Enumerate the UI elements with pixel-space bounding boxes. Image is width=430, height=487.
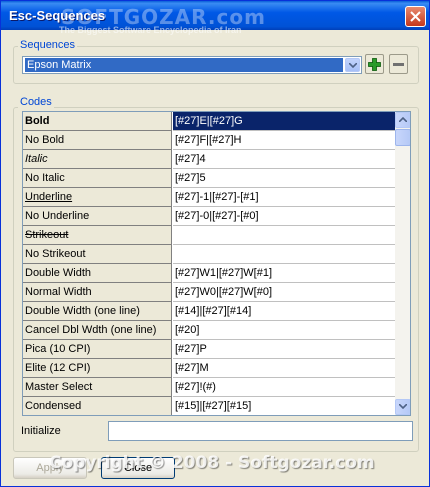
table-row[interactable]: No Strikeout <box>23 245 395 264</box>
code-name-cell[interactable]: Condensed <box>23 397 172 415</box>
code-name-cell[interactable]: No Underline <box>23 207 172 226</box>
initialize-input[interactable] <box>108 421 413 441</box>
code-name-cell[interactable]: Pica (10 CPI) <box>23 340 172 359</box>
chevron-up-icon <box>399 117 407 122</box>
code-value-cell[interactable]: [#15]|[#27][#15] <box>173 397 395 415</box>
code-name-cell[interactable]: No Strikeout <box>23 245 172 264</box>
code-value-cell[interactable]: [#27]4 <box>173 150 395 169</box>
table-row[interactable]: Normal Width [#27]W0|[#27]W[#0] <box>23 283 395 302</box>
sequence-select[interactable]: Epson Matrix <box>22 56 362 74</box>
vertical-scrollbar[interactable] <box>395 112 410 415</box>
code-value-cell[interactable]: [#14]|[#27][#14] <box>173 302 395 321</box>
plus-icon <box>368 58 381 71</box>
remove-sequence-button[interactable] <box>389 54 408 74</box>
table-row[interactable]: Strikeout <box>23 226 395 245</box>
dropdown-button[interactable] <box>345 58 360 72</box>
table-row[interactable]: No Italic [#27]5 <box>23 169 395 188</box>
code-value-cell[interactable]: [#20] <box>173 321 395 340</box>
code-value-cell[interactable]: [#27]W0|[#27]W[#0] <box>173 283 395 302</box>
table-row[interactable]: Double Width (one line) [#14]|[#27][#14] <box>23 302 395 321</box>
window-close-button[interactable] <box>405 6 426 27</box>
code-name-cell[interactable]: Elite (12 CPI) <box>23 359 172 378</box>
close-icon <box>410 11 421 22</box>
esc-sequences-dialog: Esc-Sequences SOFTGOZAR.com The Biggest … <box>0 0 430 487</box>
copyright-watermark: Copyright © 2008 - Softgozar.com <box>49 453 375 473</box>
code-name-cell[interactable]: Cancel Dbl Wdth (one line) <box>23 321 172 340</box>
code-value-cell[interactable]: [#27]!(#) <box>173 378 395 397</box>
chevron-down-icon <box>349 63 357 68</box>
table-row[interactable]: Pica (10 CPI) [#27]P <box>23 340 395 359</box>
code-name-cell[interactable]: Italic <box>23 150 172 169</box>
table-row[interactable]: No Underline [#27]-0|[#27]-[#0] <box>23 207 395 226</box>
scroll-down-button[interactable] <box>395 399 410 415</box>
code-name-cell[interactable]: Master Select <box>23 378 172 397</box>
table-row[interactable]: Bold [#27]E|[#27]G <box>23 112 395 131</box>
codes-grid[interactable]: Bold [#27]E|[#27]G No Bold [#27]F|[#27]H Ita… <box>22 111 411 416</box>
codes-grid-rows: Bold [#27]E|[#27]G No Bold [#27]F|[#27]H Ita… <box>23 112 395 415</box>
scroll-up-button[interactable] <box>395 112 410 128</box>
codes-group-label: Codes <box>18 96 54 108</box>
code-name-cell[interactable]: No Italic <box>23 169 172 188</box>
code-value-cell[interactable]: [#27]P <box>173 340 395 359</box>
table-row[interactable]: Condensed [#15]|[#27][#15] <box>23 397 395 415</box>
table-row[interactable]: Master Select [#27]!(#) <box>23 378 395 397</box>
minus-icon <box>393 63 404 66</box>
scrollbar-thumb[interactable] <box>395 129 410 146</box>
code-value-cell[interactable]: [#27]F|[#27]H <box>173 131 395 150</box>
initialize-label: Initialize <box>21 425 61 437</box>
table-row[interactable]: Underline [#27]-1|[#27]-[#1] <box>23 188 395 207</box>
table-row[interactable]: Double Width [#27]W1|[#27]W[#1] <box>23 264 395 283</box>
code-value-cell[interactable] <box>173 226 395 245</box>
title-bar[interactable]: Esc-Sequences SOFTGOZAR.com The Biggest … <box>1 1 429 35</box>
code-name-cell[interactable]: Normal Width <box>23 283 172 302</box>
code-name-cell[interactable]: Bold <box>23 112 172 131</box>
code-value-cell[interactable]: [#27]-0|[#27]-[#0] <box>173 207 395 226</box>
watermark-subtitle: The Biggest Software Encyclopedia of Ira… <box>59 25 242 35</box>
code-value-cell[interactable]: [#27]5 <box>173 169 395 188</box>
table-row[interactable]: Cancel Dbl Wdth (one line) [#20] <box>23 321 395 340</box>
table-row[interactable]: Italic [#27]4 <box>23 150 395 169</box>
code-value-cell[interactable]: [#27]-1|[#27]-[#1] <box>173 188 395 207</box>
code-name-cell[interactable]: No Bold <box>23 131 172 150</box>
sequence-select-value: Epson Matrix <box>25 58 343 72</box>
add-sequence-button[interactable] <box>365 54 384 74</box>
code-name-cell[interactable]: Strikeout <box>23 226 172 245</box>
code-name-cell[interactable]: Double Width <box>23 264 172 283</box>
code-name-cell[interactable]: Underline <box>23 188 172 207</box>
code-value-cell[interactable]: [#27]W1|[#27]W[#1] <box>173 264 395 283</box>
code-value-cell[interactable]: [#27]E|[#27]G <box>173 112 395 131</box>
sequences-group-label: Sequences <box>18 39 78 51</box>
code-name-cell[interactable]: Double Width (one line) <box>23 302 172 321</box>
code-value-cell[interactable]: [#27]M <box>173 359 395 378</box>
chevron-down-icon <box>399 404 407 409</box>
table-row[interactable]: No Bold [#27]F|[#27]H <box>23 131 395 150</box>
code-value-cell[interactable] <box>173 245 395 264</box>
table-row[interactable]: Elite (12 CPI) [#27]M <box>23 359 395 378</box>
